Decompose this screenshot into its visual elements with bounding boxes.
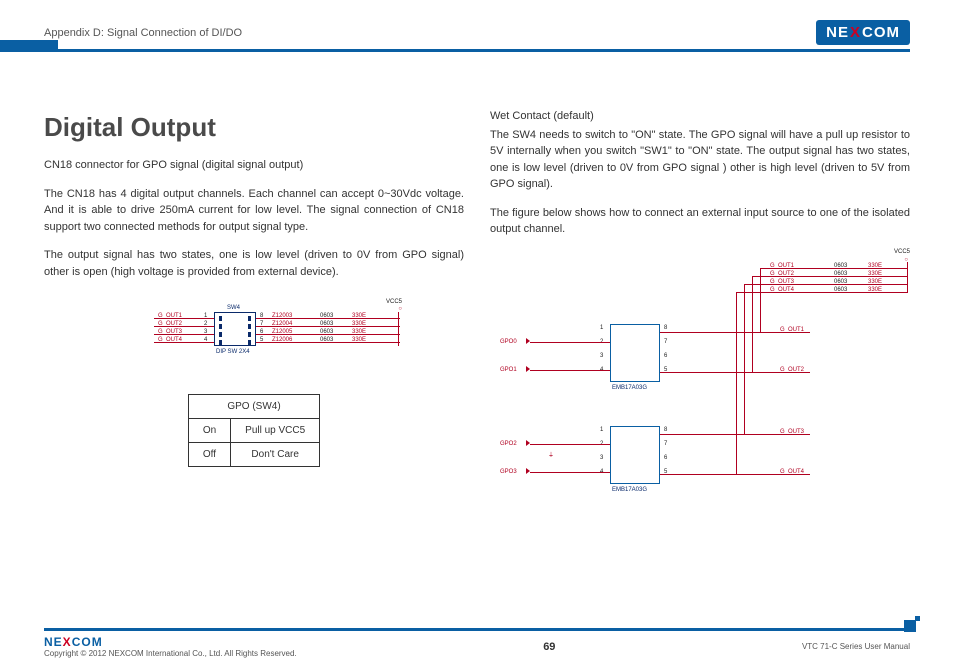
- table-row: OnPull up VCC5: [188, 419, 319, 443]
- sw4-table: GPO (SW4) OnPull up VCC5 OffDon't Care: [188, 394, 320, 467]
- page-number: 69: [543, 641, 555, 653]
- wet-contact-heading: Wet Contact (default): [490, 108, 910, 125]
- content-columns: Digital Output CN18 connector for GPO si…: [44, 108, 910, 514]
- nexcom-logo: NEXCOM: [816, 20, 910, 45]
- signal-arrow-icon: [526, 338, 530, 344]
- page-footer: NEXCOM Copyright © 2012 NEXCOM Internati…: [44, 628, 910, 658]
- chip-label: EMB17A03G: [612, 486, 647, 495]
- ground-icon: ⏚: [548, 452, 554, 461]
- side-tab-icon: [0, 40, 58, 52]
- page-header: Appendix D: Signal Connection of DI/DO N…: [44, 20, 910, 52]
- dip-label: DIP SW 2X4: [216, 348, 250, 357]
- table-row: OffDon't Care: [188, 443, 319, 467]
- p-cn18-intro: CN18 connector for GPO signal (digital s…: [44, 157, 464, 174]
- signal-arrow-icon: [526, 440, 530, 446]
- wet-contact-desc: The SW4 needs to switch to "ON" state. T…: [490, 127, 910, 193]
- emb-chip-icon: [610, 324, 660, 382]
- appendix-label: Appendix D: Signal Connection of DI/DO: [44, 27, 242, 39]
- footer-logo: NEXCOM: [44, 635, 297, 649]
- p-cn18-desc: The CN18 has 4 digital output channels. …: [44, 186, 464, 236]
- sw4-schematic: VCC5 ○ SW4 DIP SW 2X4 G_OUT1 1 8 Z12003: [104, 306, 404, 376]
- wet-contact-schematic: VCC5 ○ G_OUT1 0603 330E G_OUT2 0603 330E…: [490, 254, 910, 514]
- dip-switch-icon: [214, 312, 256, 346]
- manual-title: VTC 71-C Series User Manual: [802, 642, 910, 651]
- section-title: Digital Output: [44, 108, 464, 147]
- p-output-states: The output signal has two states, one is…: [44, 247, 464, 280]
- signal-arrow-icon: [526, 366, 530, 372]
- wet-contact-figure-intro: The figure below shows how to connect an…: [490, 205, 910, 238]
- logo-x-icon: X: [850, 24, 861, 41]
- emb-chip-icon: [610, 426, 660, 484]
- chip-label: EMB17A03G: [612, 384, 647, 393]
- right-column: Wet Contact (default) The SW4 needs to s…: [490, 108, 910, 514]
- copyright-text: Copyright © 2012 NEXCOM International Co…: [44, 649, 297, 658]
- sw4-table-header: GPO (SW4): [188, 395, 319, 419]
- signal-arrow-icon: [526, 468, 530, 474]
- left-column: Digital Output CN18 connector for GPO si…: [44, 108, 464, 514]
